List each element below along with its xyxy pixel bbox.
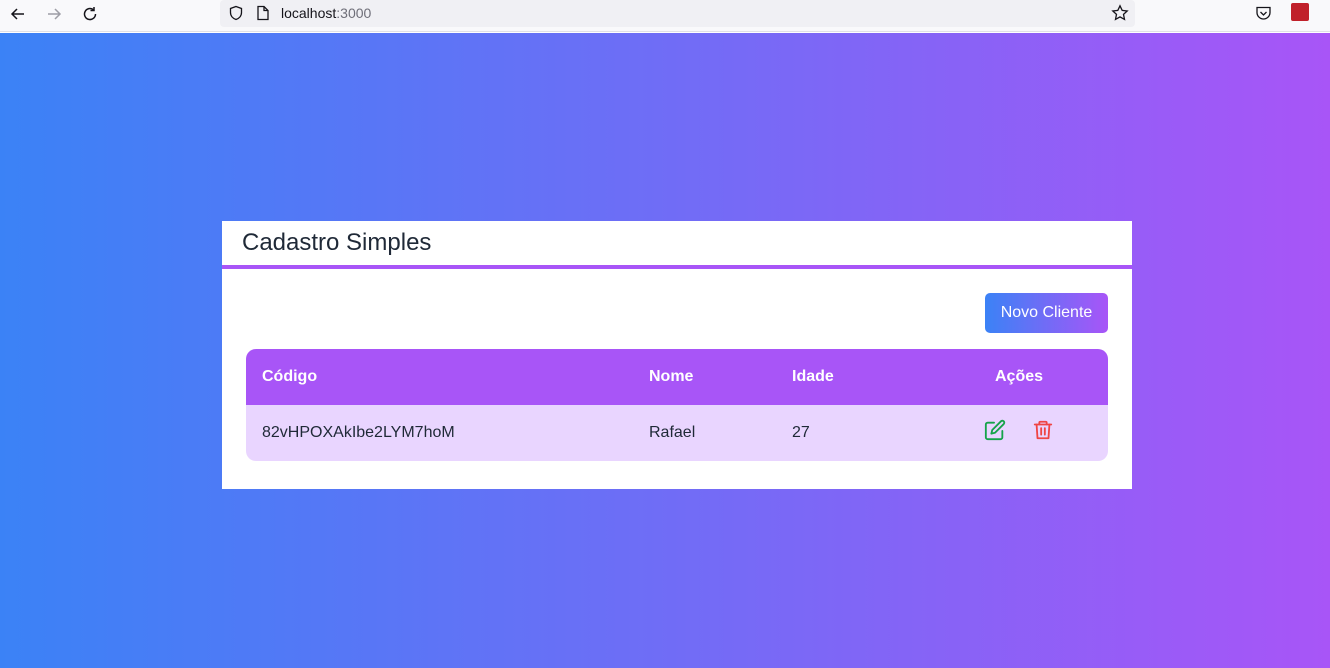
cell-acoes xyxy=(933,405,1108,461)
register-card: Cadastro Simples Novo Cliente Código Nom… xyxy=(222,221,1132,489)
page-title: Cadastro Simples xyxy=(242,229,432,256)
header-codigo: Código xyxy=(262,368,318,385)
table-row: 82vHPOXAkIbe2LYM7hoM Rafael 27 xyxy=(246,405,1108,461)
card-body: Novo Cliente Código Nome Idade Ações 82v… xyxy=(222,269,1132,485)
pocket-icon[interactable] xyxy=(1255,5,1272,22)
cell-nome: Rafael xyxy=(649,424,696,441)
trash-icon[interactable] xyxy=(1032,419,1054,441)
reload-button[interactable] xyxy=(76,2,104,26)
url-text[interactable]: localhost:3000 xyxy=(281,5,371,21)
header-nome: Nome xyxy=(649,368,694,385)
edit-icon[interactable] xyxy=(984,419,1006,441)
shield-icon[interactable] xyxy=(228,5,244,21)
cell-codigo: 82vHPOXAkIbe2LYM7hoM xyxy=(262,424,455,441)
bookmark-star-icon[interactable] xyxy=(1111,4,1129,22)
url-port: :3000 xyxy=(336,5,372,21)
arrow-left-icon xyxy=(10,8,24,20)
arrow-right-icon xyxy=(48,8,62,20)
extension-icon[interactable] xyxy=(1291,3,1309,21)
reload-icon xyxy=(83,7,97,21)
cell-idade: 27 xyxy=(792,424,810,441)
header-idade: Idade xyxy=(792,368,834,385)
page-icon xyxy=(257,5,269,21)
back-button[interactable] xyxy=(4,2,32,26)
url-bar[interactable]: localhost:3000 xyxy=(220,0,1135,27)
new-client-button[interactable]: Novo Cliente xyxy=(985,293,1108,333)
row-actions xyxy=(933,419,1105,441)
forward-button[interactable] xyxy=(40,2,68,26)
url-host: localhost xyxy=(281,5,337,21)
header-acoes: Ações xyxy=(994,368,1044,385)
page-background: Cadastro Simples Novo Cliente Código Nom… xyxy=(0,33,1330,668)
clients-table: Código Nome Idade Ações 82vHPOXAkIbe2LYM… xyxy=(246,349,1108,461)
card-header: Cadastro Simples xyxy=(222,221,1132,269)
browser-toolbar: localhost:3000 xyxy=(0,0,1330,32)
table-header-row: Código Nome Idade Ações xyxy=(246,349,1108,405)
